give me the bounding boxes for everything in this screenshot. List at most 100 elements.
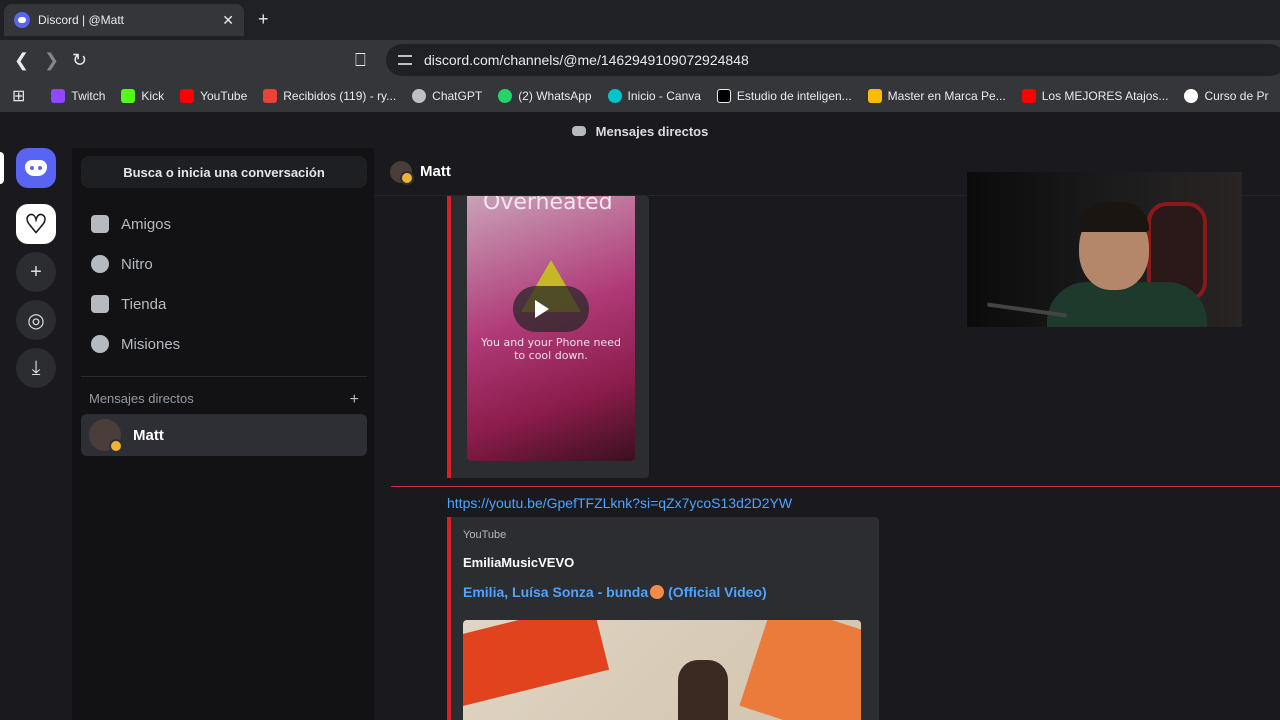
- bookmark-master[interactable]: Master en Marca Pe...: [867, 89, 1006, 103]
- create-dm-button[interactable]: +: [350, 391, 359, 409]
- nitro-icon: [91, 255, 109, 273]
- bookmark-label: Recibidos (119) - ry...: [283, 89, 397, 103]
- peach-emoji-icon: [650, 585, 665, 599]
- kick-icon: [121, 89, 136, 103]
- bookmark-canva[interactable]: Inicio - Canva: [607, 89, 701, 103]
- bookmark-curso[interactable]: Curso de Pr: [1184, 89, 1268, 103]
- dm-name: Matt: [133, 426, 164, 444]
- video-thumbnail[interactable]: Overheated You and your Phone need to co…: [467, 196, 635, 461]
- apps-grid-icon[interactable]: ⊞: [12, 86, 25, 106]
- discord-favicon-icon: [14, 12, 30, 28]
- nav-label: Misiones: [121, 335, 181, 353]
- search-conversation-button[interactable]: Busca o inicia una conversación: [81, 156, 367, 188]
- youtube-link[interactable]: https://youtu.be/GpefTFZLknk?si=qZx7ycoS…: [447, 495, 792, 511]
- bookmark-chatgpt[interactable]: ChatGPT: [412, 89, 482, 103]
- chat-title: Matt: [420, 163, 451, 180]
- nav-label: Amigos: [121, 215, 172, 233]
- new-tab-icon[interactable]: +: [258, 9, 269, 30]
- forward-icon[interactable]: ❯: [44, 50, 59, 71]
- course-icon: [1184, 89, 1199, 103]
- nav-label: Tienda: [121, 295, 167, 313]
- dm-sidebar: Busca o inicia una conversación Amigos N…: [72, 148, 374, 720]
- direct-messages-home-button[interactable]: [16, 148, 56, 188]
- server-rail: ♡ + ◎ ⤓: [0, 148, 72, 720]
- youtube-embed: YouTube EmiliaMusicVEVO Emilia, Luísa So…: [447, 517, 879, 720]
- bookmark-youtube[interactable]: YouTube: [180, 89, 247, 103]
- avatar: [89, 419, 123, 453]
- browser-tab-strip: Discord | @Matt ✕ +: [0, 0, 1280, 40]
- youtube-icon: [1021, 89, 1036, 103]
- bookmark-label: Kick: [141, 89, 165, 103]
- bookmark-label: Curso de Pr: [1204, 89, 1269, 103]
- discord-title-bar: Mensajes directos: [0, 114, 1280, 148]
- site-settings-icon[interactable]: [398, 55, 412, 65]
- bookmark-label: Estudio de inteligen...: [736, 89, 852, 103]
- bookmark-whatsapp[interactable]: (2) WhatsApp: [498, 89, 592, 103]
- bookmark-label: (2) WhatsApp: [518, 89, 592, 103]
- whatsapp-icon: [498, 89, 513, 103]
- bookmark-twitch[interactable]: Twitch: [51, 89, 105, 103]
- embed-title-part1: Emilia, Luísa Sonza - bunda: [463, 584, 649, 600]
- bookmark-label: YouTube: [200, 89, 248, 103]
- url-text: discord.com/channels/@me/146294910907292…: [424, 52, 749, 68]
- quests-icon: [91, 335, 109, 353]
- bookmarks-bar: ⊞ Twitch Kick YouTube Recibidos (119) - …: [0, 80, 1280, 112]
- avatar: [390, 160, 414, 185]
- bookmark-label: Twitch: [71, 89, 106, 103]
- browser-tab[interactable]: Discord | @Matt ✕: [4, 4, 244, 36]
- friends-icon: [91, 215, 109, 233]
- selected-pill: [0, 152, 4, 184]
- thumbnail-shape: [463, 620, 610, 709]
- discord-logo-icon: [571, 126, 586, 136]
- dm-header-label: Mensajes directos: [89, 391, 194, 406]
- thumbnail-shape: [739, 620, 861, 720]
- discover-button[interactable]: ◎: [16, 300, 56, 340]
- twitch-icon: [51, 89, 66, 103]
- bookmark-icon[interactable]: ⎕: [355, 50, 366, 71]
- nav-shop[interactable]: Tienda: [81, 284, 367, 324]
- youtube-icon: [180, 89, 195, 103]
- new-messages-divider: [391, 486, 1280, 487]
- embed-author[interactable]: EmiliaMusicVEVO: [463, 555, 574, 570]
- nav-quests[interactable]: Misiones: [81, 324, 367, 364]
- bookmark-atajos[interactable]: Los MEJORES Atajos...: [1021, 89, 1169, 103]
- embed-title[interactable]: Emilia, Luísa Sonza - bunda (Official Vid…: [463, 584, 767, 600]
- play-icon[interactable]: [513, 286, 589, 332]
- download-apps-button[interactable]: ⤓: [16, 348, 56, 388]
- bookmark-estudio[interactable]: Estudio de inteligen...: [716, 89, 852, 103]
- sidebar-divider: [81, 376, 367, 377]
- dm-section-header: Mensajes directos +: [89, 391, 359, 409]
- bookmark-gmail[interactable]: Recibidos (119) - ry...: [263, 89, 396, 103]
- server-icon[interactable]: ♡: [16, 204, 56, 244]
- video-thumbnail[interactable]: [463, 620, 861, 720]
- nav-nitro[interactable]: Nitro: [81, 244, 367, 284]
- media-embed: Overheated You and your Phone need to co…: [447, 196, 649, 478]
- tab-title: Discord | @Matt: [38, 13, 124, 27]
- webcam-shirt: [1047, 282, 1207, 327]
- drive-icon: [867, 89, 882, 103]
- thumbnail-figure: [678, 660, 728, 720]
- compass-icon: ◎: [27, 309, 45, 332]
- webcam-hair: [1079, 202, 1149, 232]
- chatgpt-icon: [412, 89, 427, 103]
- add-server-button[interactable]: +: [16, 252, 56, 292]
- warning-text: You and your Phone need to cool down.: [481, 336, 621, 362]
- bookmark-label: ChatGPT: [432, 89, 483, 103]
- back-icon[interactable]: ❮: [14, 50, 29, 71]
- bookmark-label: Los MEJORES Atajos...: [1041, 89, 1169, 103]
- bookmark-label: Inicio - Canva: [627, 89, 701, 103]
- overlay-title: Overheated: [483, 196, 613, 215]
- dm-item-matt[interactable]: Matt: [81, 414, 367, 456]
- shop-icon: [91, 295, 109, 313]
- webcam-overlay: [967, 172, 1242, 327]
- nav-friends[interactable]: Amigos: [81, 204, 367, 244]
- reload-icon[interactable]: ↻: [72, 50, 87, 71]
- bookmark-kick[interactable]: Kick: [121, 89, 164, 103]
- gmail-icon: [263, 89, 278, 103]
- plus-icon: +: [30, 260, 42, 283]
- address-bar[interactable]: discord.com/channels/@me/146294910907292…: [386, 44, 1280, 76]
- close-tab-icon[interactable]: ✕: [222, 12, 234, 29]
- canva-icon: [607, 89, 622, 103]
- embed-title-part2: (Official Video): [668, 584, 767, 600]
- heart-v-icon: ♡: [24, 208, 48, 239]
